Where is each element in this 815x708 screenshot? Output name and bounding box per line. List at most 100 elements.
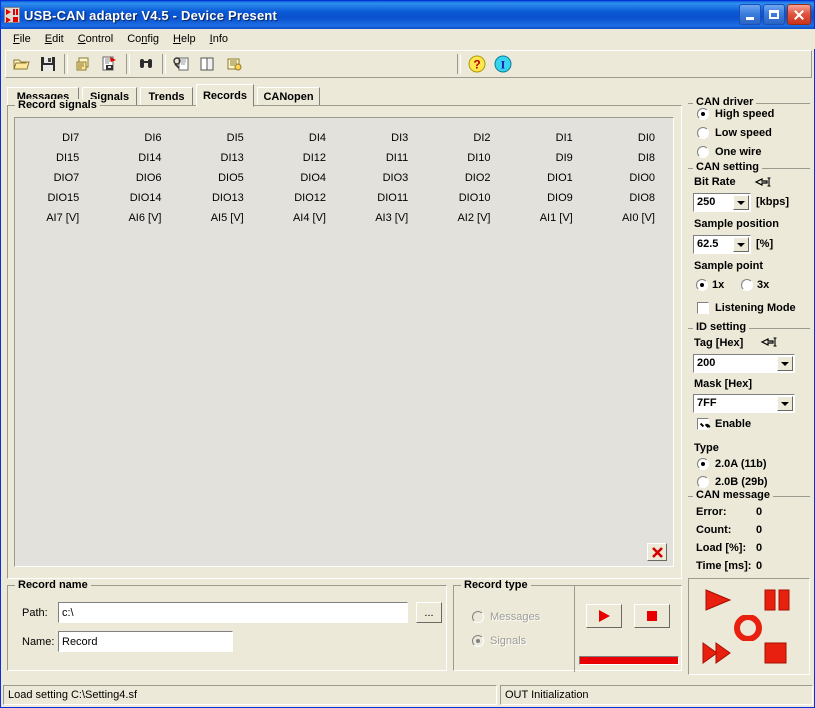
signal-label[interactable]: DIO5 — [180, 168, 262, 188]
name-input[interactable] — [58, 631, 233, 652]
help-icon[interactable]: ? — [464, 52, 490, 76]
signal-label[interactable]: AI0 [V] — [591, 208, 673, 228]
open-icon[interactable] — [9, 52, 35, 76]
sample-position-select[interactable]: 62.5 — [693, 235, 751, 254]
chevron-down-icon[interactable] — [777, 356, 793, 371]
listening-mode-checkbox[interactable]: Listening Mode — [697, 302, 796, 314]
tab-trends[interactable]: Trends — [140, 87, 193, 106]
tab-records[interactable]: Records — [196, 84, 254, 107]
signal-label[interactable]: AI2 [V] — [426, 208, 508, 228]
signal-label[interactable]: DI7 — [15, 128, 97, 148]
record-signals-grid: DI7 DI6 DI5 DI4 DI3 DI2 DI1 DI0 DI15 DI1… — [15, 128, 673, 228]
save-as-icon[interactable] — [97, 52, 123, 76]
enable-checkbox[interactable]: Enable — [697, 418, 751, 430]
signal-label[interactable]: DI10 — [426, 148, 508, 168]
pause-button[interactable] — [763, 588, 791, 615]
signal-label[interactable]: DI5 — [180, 128, 262, 148]
signal-label[interactable]: DI2 — [426, 128, 508, 148]
radio-one-wire-indicator — [697, 146, 709, 158]
signal-label[interactable]: DIO6 — [97, 168, 179, 188]
menu-config[interactable]: Config — [120, 31, 166, 47]
signal-label[interactable]: DIO12 — [262, 188, 344, 208]
record-stop-button[interactable] — [634, 604, 670, 628]
record-signals-list[interactable]: DI7 DI6 DI5 DI4 DI3 DI2 DI1 DI0 DI15 DI1… — [14, 117, 674, 567]
report-icon[interactable] — [221, 52, 247, 76]
signal-label[interactable]: DIO14 — [97, 188, 179, 208]
fast-forward-button[interactable] — [701, 641, 733, 668]
signal-label[interactable]: AI4 [V] — [262, 208, 344, 228]
can-message-count-row: Count: 0 — [696, 524, 762, 536]
close-button[interactable] — [787, 4, 811, 25]
signal-label[interactable]: DIO11 — [344, 188, 426, 208]
signal-label[interactable]: DIO7 — [15, 168, 97, 188]
radio-can-driver-low-speed[interactable]: Low speed — [697, 127, 772, 139]
play-button[interactable] — [703, 588, 733, 615]
signal-label[interactable]: DIO8 — [591, 188, 673, 208]
signal-label[interactable]: AI5 [V] — [180, 208, 262, 228]
signal-label[interactable]: AI1 [V] — [509, 208, 591, 228]
radio-sample-point-3x[interactable]: 3x — [741, 279, 769, 291]
radio-sample-point-1x[interactable]: 1x — [696, 279, 724, 291]
radio-type-20a[interactable]: 2.0A (11b) — [697, 458, 767, 470]
signal-label[interactable]: DI6 — [97, 128, 179, 148]
bit-rate-select[interactable]: 250 — [693, 193, 751, 212]
maximize-button[interactable] — [763, 4, 785, 25]
print-icon[interactable] — [71, 52, 97, 76]
menu-file[interactable]: FFileile — [6, 31, 38, 47]
browse-button[interactable]: ... — [416, 602, 442, 623]
radio-record-type-messages[interactable]: Messages — [472, 611, 540, 623]
signal-label[interactable]: DIO2 — [426, 168, 508, 188]
radio-record-type-signals[interactable]: Signals — [472, 635, 526, 647]
signal-label[interactable]: DIO10 — [426, 188, 508, 208]
delete-signal-button[interactable] — [647, 543, 667, 561]
signal-label[interactable]: AI7 [V] — [15, 208, 97, 228]
menu-edit[interactable]: Edit — [38, 31, 71, 47]
signal-label[interactable]: DI8 — [591, 148, 673, 168]
chevron-down-icon[interactable] — [777, 396, 793, 411]
tag-hex-select[interactable]: 200 — [693, 354, 795, 373]
signal-label[interactable]: DIO15 — [15, 188, 97, 208]
menu-help[interactable]: Help — [166, 31, 203, 47]
signal-label[interactable]: DI9 — [509, 148, 591, 168]
signal-label[interactable]: DI15 — [15, 148, 97, 168]
chevron-down-icon[interactable] — [733, 237, 749, 252]
signal-label[interactable]: DIO4 — [262, 168, 344, 188]
radio-can-driver-one-wire[interactable]: One wire — [697, 146, 761, 158]
save-icon[interactable] — [35, 52, 61, 76]
radio-can-driver-high-speed[interactable]: High speed — [697, 108, 774, 120]
tab-canopen[interactable]: CANopen — [257, 87, 320, 106]
signal-label[interactable]: DI3 — [344, 128, 426, 148]
record-start-button[interactable] — [586, 604, 622, 628]
signal-label[interactable]: AI6 [V] — [97, 208, 179, 228]
mask-hex-select[interactable]: 7FF — [693, 394, 795, 413]
signal-label[interactable]: AI3 [V] — [344, 208, 426, 228]
stop-button[interactable] — [763, 641, 789, 668]
menu-control[interactable]: Control — [71, 31, 120, 47]
svg-text:?: ? — [473, 58, 480, 72]
signal-label[interactable]: DI1 — [509, 128, 591, 148]
minimize-button[interactable] — [739, 4, 761, 25]
info-icon[interactable]: I — [490, 52, 516, 76]
signal-label[interactable]: DI0 — [591, 128, 673, 148]
record-button[interactable] — [734, 614, 762, 644]
signal-label[interactable]: DI4 — [262, 128, 344, 148]
signal-label[interactable]: DI13 — [180, 148, 262, 168]
find-icon[interactable] — [133, 52, 159, 76]
signal-label[interactable]: DIO9 — [509, 188, 591, 208]
path-input[interactable] — [58, 602, 408, 623]
signal-label[interactable]: DI12 — [262, 148, 344, 168]
menu-info[interactable]: Info — [203, 31, 235, 47]
signal-label[interactable]: DIO13 — [180, 188, 262, 208]
error-value: 0 — [756, 506, 763, 518]
mask-hex-value: 7FF — [697, 397, 717, 409]
chevron-down-icon[interactable] — [733, 195, 749, 210]
settings-icon[interactable] — [169, 52, 195, 76]
id-setting-legend: ID setting — [693, 321, 750, 333]
copy-icon[interactable] — [195, 52, 221, 76]
signal-label[interactable]: DIO3 — [344, 168, 426, 188]
signal-label[interactable]: DI14 — [97, 148, 179, 168]
radio-type-20b[interactable]: 2.0B (29b) — [697, 476, 768, 488]
signal-label[interactable]: DIO0 — [591, 168, 673, 188]
signal-label[interactable]: DIO1 — [509, 168, 591, 188]
signal-label[interactable]: DI11 — [344, 148, 426, 168]
